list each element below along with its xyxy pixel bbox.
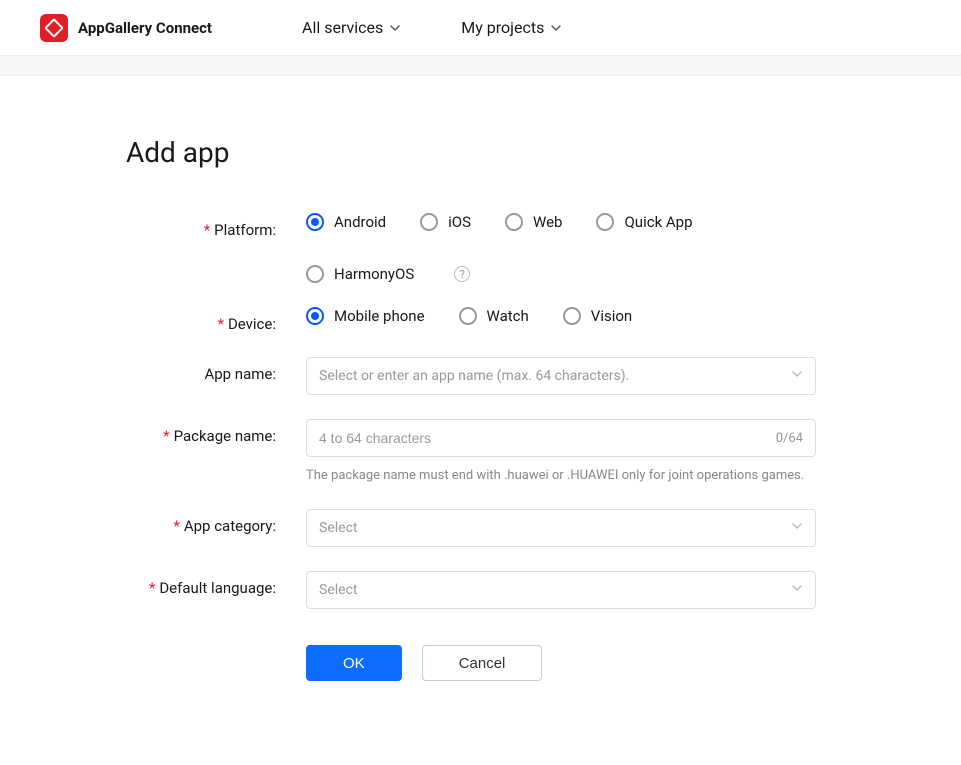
app-category-select[interactable]: Select: [306, 509, 816, 547]
row-platform: *Platform: Android iOS Web Quick App: [126, 213, 921, 283]
radio-label: Android: [334, 213, 386, 231]
row-app-category: *App category: Select: [126, 509, 921, 547]
radio-platform-web[interactable]: Web: [505, 213, 562, 231]
radio-label: Mobile phone: [334, 307, 425, 325]
radio-label: Web: [533, 213, 562, 231]
radio-label: HarmonyOS: [334, 265, 414, 283]
brand-name: AppGallery Connect: [78, 19, 212, 37]
radio-icon: [306, 213, 324, 231]
radio-device-watch[interactable]: Watch: [459, 307, 529, 325]
radio-platform-harmonyos[interactable]: HarmonyOS: [306, 265, 414, 283]
header: AppGallery Connect All services My proje…: [0, 0, 961, 56]
top-nav: All services My projects: [302, 18, 562, 37]
radio-label: Vision: [591, 307, 632, 325]
row-package-name: *Package name: 0/64 The package name mus…: [126, 419, 921, 485]
radio-device-vision[interactable]: Vision: [563, 307, 632, 325]
radio-platform-android[interactable]: Android: [306, 213, 386, 231]
brand[interactable]: AppGallery Connect: [40, 14, 212, 42]
chevron-down-icon: [389, 22, 401, 34]
package-name-counter: 0/64: [776, 431, 803, 446]
row-buttons: OK Cancel: [126, 633, 921, 681]
default-language-select[interactable]: Select: [306, 571, 816, 609]
spacer: [0, 56, 961, 76]
platform-radio-group: Android iOS Web Quick App HarmonyOS: [306, 213, 816, 283]
nav-all-services-label: All services: [302, 18, 383, 37]
radio-label: Watch: [487, 307, 529, 325]
chevron-down-icon: [791, 520, 803, 536]
app-name-select[interactable]: Select or enter an app name (max. 64 cha…: [306, 357, 816, 395]
radio-icon: [596, 213, 614, 231]
label-platform: *Platform:: [126, 213, 306, 239]
chevron-down-icon: [791, 368, 803, 384]
ok-button[interactable]: OK: [306, 645, 402, 681]
default-language-placeholder: Select: [319, 582, 357, 598]
radio-platform-quick-app[interactable]: Quick App: [596, 213, 692, 231]
radio-icon: [306, 307, 324, 325]
radio-label: Quick App: [624, 213, 692, 231]
label-app-category: *App category:: [126, 509, 306, 535]
app-name-placeholder: Select or enter an app name (max. 64 cha…: [319, 368, 629, 384]
label-device: *Device:: [126, 307, 306, 333]
chevron-down-icon: [550, 22, 562, 34]
row-device: *Device: Mobile phone Watch Vision: [126, 307, 921, 333]
label-app-name: App name:: [126, 357, 306, 383]
radio-device-mobile[interactable]: Mobile phone: [306, 307, 425, 325]
nav-all-services[interactable]: All services: [302, 18, 401, 37]
app-category-placeholder: Select: [319, 520, 357, 536]
radio-icon: [505, 213, 523, 231]
help-icon[interactable]: ?: [454, 266, 470, 282]
radio-label: iOS: [448, 213, 471, 231]
nav-my-projects-label: My projects: [461, 18, 544, 37]
appgallery-logo-icon: [40, 14, 68, 42]
radio-icon: [459, 307, 477, 325]
package-name-input-wrapper: 0/64: [306, 419, 816, 457]
main-content: Add app *Platform: Android iOS Web: [0, 76, 961, 765]
radio-icon: [420, 213, 438, 231]
label-default-language: *Default language:: [126, 571, 306, 597]
row-default-language: *Default language: Select: [126, 571, 921, 609]
chevron-down-icon: [791, 582, 803, 598]
radio-icon: [563, 307, 581, 325]
package-name-hint: The package name must end with .huawei o…: [306, 467, 816, 485]
device-radio-group: Mobile phone Watch Vision: [306, 307, 632, 325]
label-package-name: *Package name:: [126, 419, 306, 445]
page-title: Add app: [126, 136, 921, 169]
radio-icon: [306, 265, 324, 283]
radio-platform-ios[interactable]: iOS: [420, 213, 471, 231]
package-name-input[interactable]: [319, 430, 776, 446]
cancel-button[interactable]: Cancel: [422, 645, 543, 681]
row-app-name: App name: Select or enter an app name (m…: [126, 357, 921, 395]
nav-my-projects[interactable]: My projects: [461, 18, 562, 37]
